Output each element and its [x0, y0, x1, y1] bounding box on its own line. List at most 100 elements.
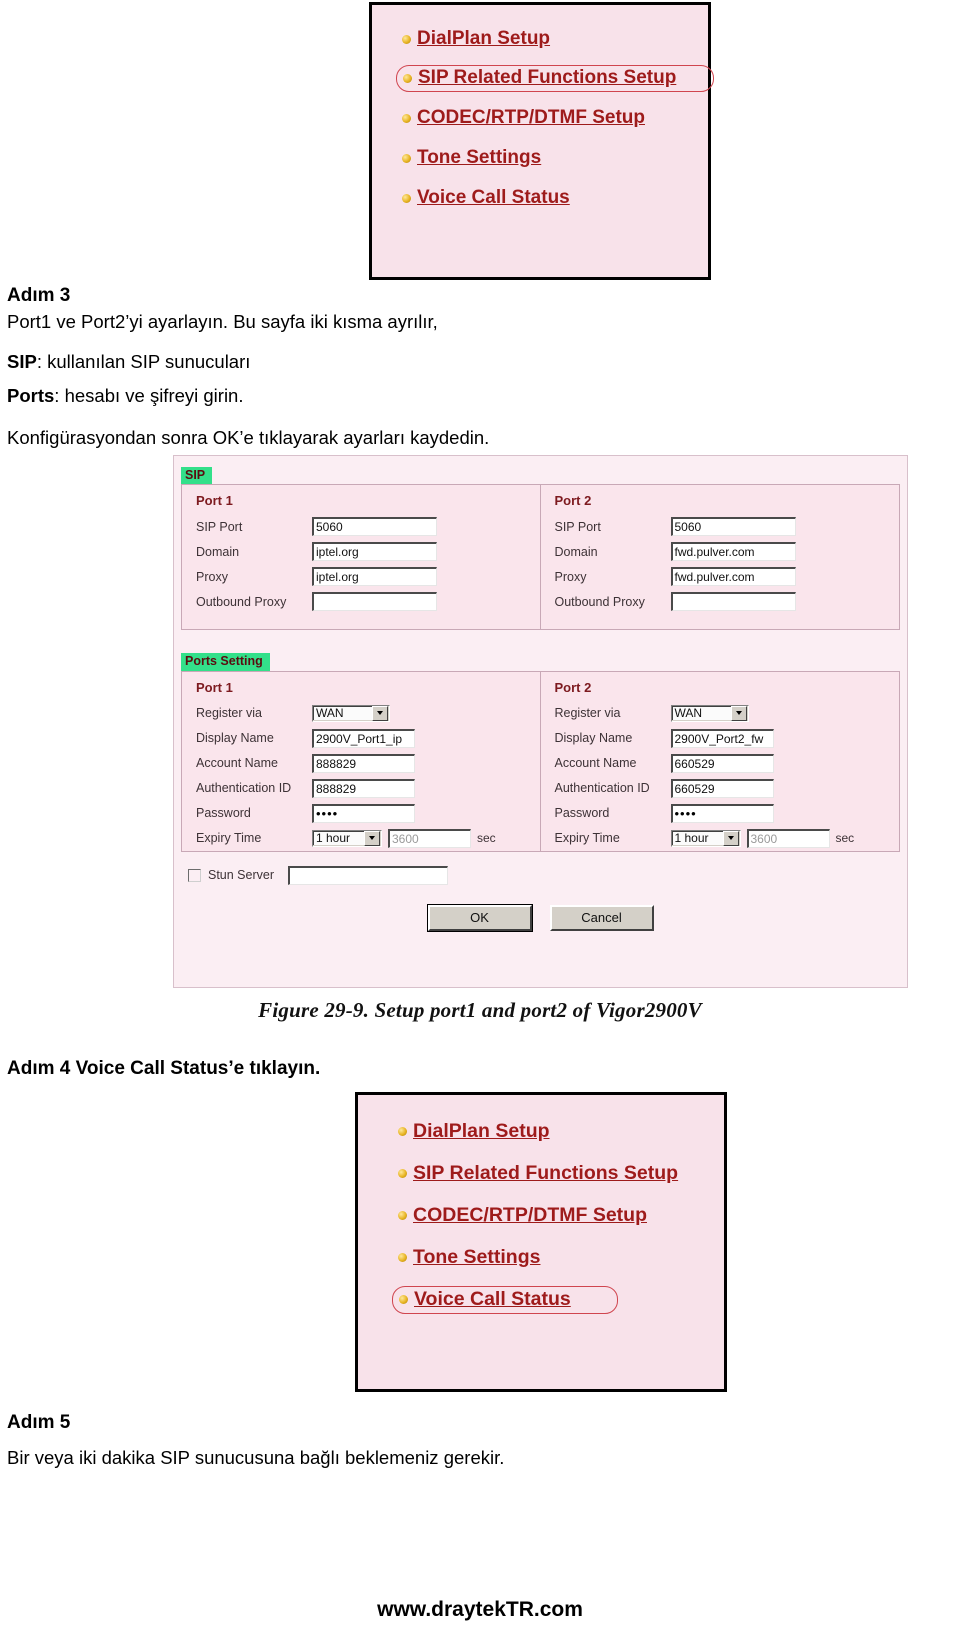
- ports-port2-expiry-seconds-input[interactable]: 3600: [746, 828, 830, 848]
- ports-port1-expiry-value: 1 hour: [316, 831, 351, 846]
- ports-port1-password-label: Password: [196, 806, 251, 821]
- sip-port2-proxy-row: Proxy fwd.pulver.com: [555, 564, 900, 589]
- sip-port2-sipport-row: SIP Port 5060: [555, 514, 900, 539]
- ports-port2-expiry-select[interactable]: 1 hour: [670, 829, 741, 847]
- sip-port1-title: Port 1: [196, 493, 233, 509]
- ports-port2-register-select[interactable]: WAN: [670, 704, 749, 722]
- step3-heading: Adım 3: [7, 285, 71, 306]
- ports-port2-displayname-row: Display Name 2900V_Port2_fw: [555, 726, 900, 751]
- chevron-down-icon[interactable]: [372, 705, 388, 721]
- ports-port1-register-select[interactable]: WAN: [312, 704, 390, 722]
- bullet-icon: [399, 1295, 408, 1304]
- ports-port2-accountname-input[interactable]: 660529: [670, 753, 774, 773]
- chevron-down-icon[interactable]: [730, 705, 747, 721]
- sip-port2-sipport-input[interactable]: 5060: [670, 517, 796, 537]
- chevron-down-icon[interactable]: [722, 830, 739, 846]
- ports-port2-password-row: Password ••••: [555, 801, 900, 826]
- menu-item-sip-related-functions-setup[interactable]: SIP Related Functions Setup: [396, 65, 714, 92]
- menu-item-tone-settings[interactable]: Tone Settings: [402, 144, 708, 172]
- stun-server-input[interactable]: [288, 865, 449, 885]
- ports-port2-password-label: Password: [554, 806, 610, 821]
- ports-port2-password-input[interactable]: ••••: [670, 803, 774, 823]
- chevron-down-icon[interactable]: [364, 830, 380, 846]
- sip-port1-outbound-input[interactable]: [312, 592, 437, 612]
- voice-menu-panel-top: DialPlan Setup SIP Related Functions Set…: [369, 2, 714, 280]
- ports-port1-displayname-input[interactable]: 2900V_Port1_ip: [312, 728, 415, 748]
- step4-heading: Adım 4 Voice Call Status’e tıklayın.: [7, 1058, 321, 1079]
- ports-port1-password-input[interactable]: ••••: [312, 803, 415, 823]
- sip-port2-outbound-label: Outbound Proxy: [554, 594, 645, 609]
- sip-port2-proxy-input[interactable]: fwd.pulver.com: [670, 567, 796, 587]
- ok-button[interactable]: OK: [427, 904, 532, 931]
- bullet-icon: [398, 1127, 407, 1136]
- sip-port2-outbound-row: Outbound Proxy: [555, 589, 900, 614]
- sip-port2-title: Port 2: [554, 493, 592, 509]
- ports-port1-expiry-seconds-input[interactable]: 3600: [388, 828, 471, 848]
- ports-port2-accountname-row: Account Name 660529: [555, 751, 900, 776]
- ports-port2-authid-label: Authentication ID: [554, 781, 650, 796]
- ports-port2-expiry-value: 1 hour: [674, 831, 709, 846]
- step3-line2: SIP: kullanılan SIP sunucuları: [7, 352, 250, 371]
- step3-line4: Konfigürasyondan sonra OK’e tıklayarak a…: [7, 427, 490, 448]
- bullet-icon: [402, 113, 411, 123]
- step3-ports-label: Ports: [7, 385, 55, 406]
- sip-port2-outbound-input[interactable]: [670, 592, 796, 612]
- sip-port1-domain-row: Domain iptel.org: [196, 539, 540, 564]
- menu-item-sip-related-functions-setup[interactable]: SIP Related Functions Setup: [398, 1159, 724, 1188]
- bullet-icon: [403, 73, 412, 83]
- menu-item-label: Voice Call Status: [417, 187, 570, 208]
- step5-heading: Adım 5: [7, 1412, 71, 1433]
- sip-section: Port 1 SIP Port 5060 Domain iptel.org Pr…: [181, 484, 900, 631]
- menu-item-label: SIP Related Functions Setup: [413, 1162, 679, 1184]
- ports-port2-register-row: Register via WAN: [555, 701, 900, 726]
- bullet-icon: [402, 34, 411, 44]
- figure-caption: Figure 29-9. Setup port1 and port2 of Vi…: [258, 998, 702, 1022]
- menu-item-codec-rtp-dtmf-setup[interactable]: CODEC/RTP/DTMF Setup: [398, 1201, 724, 1230]
- menu-item-voice-call-status[interactable]: Voice Call Status: [402, 184, 708, 212]
- cancel-button[interactable]: Cancel: [549, 904, 654, 931]
- menu-item-dialplan-setup[interactable]: DialPlan Setup: [402, 25, 708, 53]
- menu-item-codec-rtp-dtmf-setup[interactable]: CODEC/RTP/DTMF Setup: [402, 104, 708, 132]
- bullet-icon: [398, 1169, 407, 1178]
- sip-port1-proxy-row: Proxy iptel.org: [196, 564, 540, 589]
- menu-item-dialplan-setup[interactable]: DialPlan Setup: [398, 1117, 724, 1146]
- sip-port1-domain-input[interactable]: iptel.org: [312, 542, 437, 562]
- ports-port2-displayname-input[interactable]: 2900V_Port2_fw: [670, 728, 774, 748]
- step3-line1-text: Port1 ve Port2’yi ayarlayın. Bu sayfa ik…: [7, 311, 438, 332]
- sip-port2-proxy-label: Proxy: [554, 569, 587, 584]
- sip-port2-domain-input[interactable]: fwd.pulver.com: [670, 542, 796, 562]
- sip-port1-sipport-input[interactable]: 5060: [312, 517, 437, 537]
- ports-port1-accountname-label: Account Name: [196, 756, 278, 771]
- ports-port1-register-row: Register via WAN: [196, 701, 540, 726]
- ports-port2-expiry-unit: sec: [835, 831, 855, 846]
- menu-item-label: SIP Related Functions Setup: [418, 67, 677, 88]
- menu-item-tone-settings[interactable]: Tone Settings: [398, 1243, 724, 1272]
- ports-port1-expiry-unit: sec: [477, 831, 496, 846]
- footer-url[interactable]: www.draytekTR.com: [0, 1598, 960, 1622]
- step3-sip-text: : kullanılan SIP sunucuları: [36, 351, 251, 372]
- ports-port1-displayname-label: Display Name: [196, 731, 274, 746]
- ports-port1-accountname-input[interactable]: 888829: [312, 753, 415, 773]
- voice-menu-list-top: DialPlan Setup SIP Related Functions Set…: [372, 5, 714, 222]
- sip-port1-sipport-label: SIP Port: [196, 519, 243, 534]
- sip-port1-domain-label: Domain: [196, 544, 240, 559]
- menu-item-voice-call-status[interactable]: Voice Call Status: [392, 1286, 618, 1314]
- step3-sip-label: SIP: [7, 351, 37, 372]
- bullet-icon: [398, 1253, 407, 1262]
- bullet-icon: [402, 153, 411, 163]
- stun-server-checkbox[interactable]: [188, 868, 201, 882]
- step5-line1: Bir veya iki dakika SIP sunucusuna bağlı…: [7, 1447, 505, 1468]
- router-config-screenshot: SIP Port 1 SIP Port 5060 Domain iptel.or…: [173, 455, 908, 988]
- ports-port2-expiry-label: Expiry Time: [554, 831, 620, 846]
- ports-port2-title: Port 2: [554, 679, 592, 695]
- menu-item-label: Voice Call Status: [414, 1288, 571, 1310]
- ports-port1-expiry-row: Expiry Time 1 hour 3600 sec: [196, 826, 540, 851]
- ports-port1-expiry-select[interactable]: 1 hour: [312, 829, 382, 847]
- ports-port2-column: Port 2 Register via WAN Display Name 290…: [541, 672, 900, 851]
- ports-port1-displayname-row: Display Name 2900V_Port1_ip: [196, 726, 540, 751]
- sip-port2-sipport-label: SIP Port: [554, 519, 601, 534]
- ports-port1-authid-input[interactable]: 888829: [312, 778, 415, 798]
- sip-port1-proxy-input[interactable]: iptel.org: [312, 567, 437, 587]
- step3-ports-text: : hesabı ve şifreyi girin.: [54, 385, 244, 406]
- ports-port2-authid-input[interactable]: 660529: [670, 778, 774, 798]
